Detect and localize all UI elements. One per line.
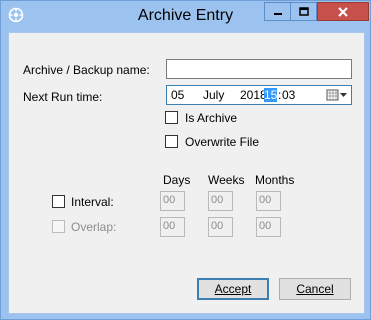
run-hour[interactable]: 15 bbox=[264, 88, 278, 102]
overwrite-file-checkbox[interactable] bbox=[165, 135, 178, 148]
interval-months-field[interactable]: 00 bbox=[256, 191, 281, 211]
archive-entry-window: Archive Entry Archive / Backup name: Nex… bbox=[0, 0, 371, 320]
calendar-dropdown-icon[interactable] bbox=[326, 88, 348, 102]
title-bar[interactable]: Archive Entry bbox=[1, 1, 370, 31]
close-button[interactable] bbox=[317, 2, 369, 21]
overlap-label: Overlap: bbox=[71, 220, 117, 234]
next-run-time-picker[interactable]: 05 July 2018 15 : 03 bbox=[166, 85, 352, 105]
archive-name-input[interactable] bbox=[166, 59, 352, 79]
days-header: Days bbox=[163, 173, 191, 187]
run-minute[interactable]: 03 bbox=[282, 88, 295, 102]
interval-checkbox[interactable] bbox=[52, 195, 65, 208]
months-header: Months bbox=[255, 173, 295, 187]
overlap-days-field[interactable]: 00 bbox=[160, 217, 185, 237]
overlap-months-field[interactable]: 00 bbox=[256, 217, 281, 237]
archive-name-label: Archive / Backup name: bbox=[23, 63, 150, 77]
overlap-checkbox[interactable] bbox=[52, 220, 65, 233]
minimize-icon bbox=[273, 12, 282, 15]
is-archive-label: Is Archive bbox=[185, 111, 238, 125]
run-year[interactable]: 2018 bbox=[240, 88, 267, 102]
is-archive-checkbox[interactable] bbox=[165, 111, 178, 124]
accept-button[interactable]: Accept bbox=[197, 278, 269, 300]
overlap-weeks-field[interactable]: 00 bbox=[208, 217, 233, 237]
minimize-button[interactable] bbox=[264, 2, 291, 21]
next-run-time-label: Next Run time: bbox=[23, 90, 103, 104]
overwrite-file-label: Overwrite File bbox=[185, 135, 260, 149]
interval-days-field[interactable]: 00 bbox=[160, 191, 185, 211]
dialog-body: Archive / Backup name: Next Run time: 05… bbox=[8, 32, 365, 314]
close-icon bbox=[338, 6, 348, 17]
weeks-header: Weeks bbox=[208, 173, 245, 187]
interval-label: Interval: bbox=[71, 195, 114, 209]
maximize-icon bbox=[298, 6, 309, 16]
maximize-button[interactable] bbox=[291, 2, 317, 21]
run-month[interactable]: July bbox=[203, 88, 224, 102]
interval-weeks-field[interactable]: 00 bbox=[208, 191, 233, 211]
cancel-button[interactable]: Cancel bbox=[279, 278, 351, 300]
run-day[interactable]: 05 bbox=[171, 88, 184, 102]
run-time-separator: : bbox=[278, 88, 282, 102]
